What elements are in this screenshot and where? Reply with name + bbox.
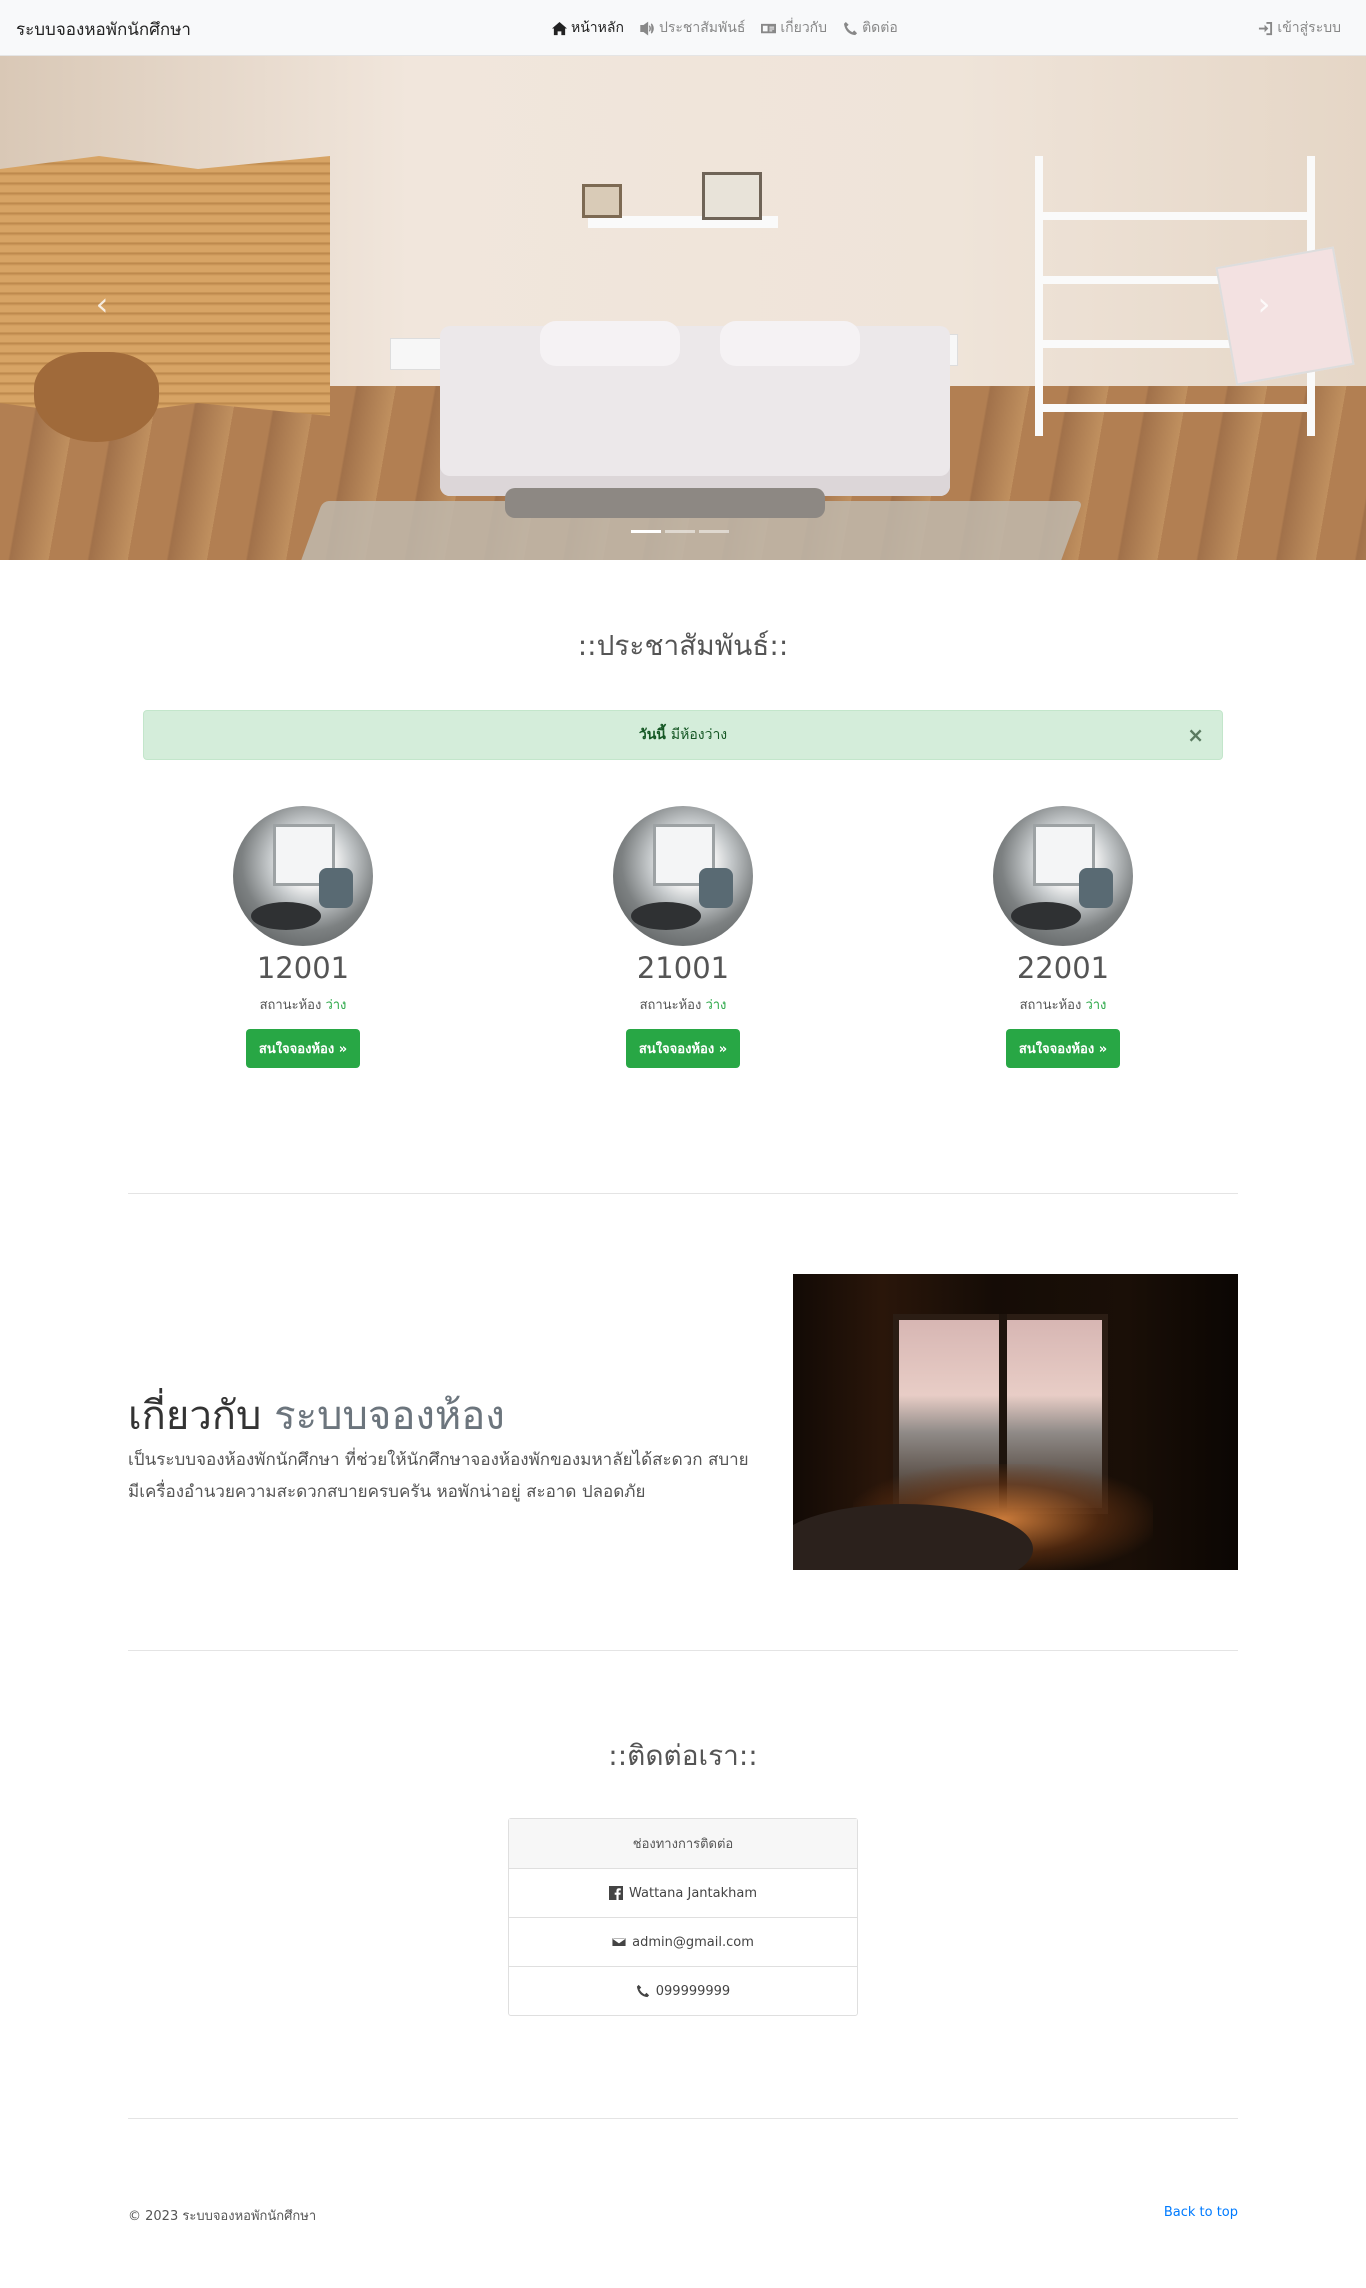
nav-item-label: เกี่ยวกับ <box>780 20 828 36</box>
phone-icon <box>636 1984 649 1998</box>
book-room-button[interactable]: สนใจจองห้อง » <box>245 1029 361 1068</box>
about-title-main: เกี่ยวกับ <box>128 1393 262 1439</box>
contact-email[interactable]: admin@gmail.com <box>509 1917 857 1966</box>
room-image <box>993 806 1133 946</box>
announcement-title: ::ประชาสัมพันธ์:: <box>577 629 789 662</box>
about-text: เป็นระบบจองห้องพักนักศึกษา ที่ช่วยให้นัก… <box>128 1450 749 1502</box>
book-room-button[interactable]: สนใจจองห้อง » <box>1005 1029 1121 1068</box>
availability-alert: วันนี้ มีห้องว่าง × <box>143 710 1223 760</box>
navbar: ระบบจองหอพักนักศึกษา หน้าหลัก ประชาสัมพั… <box>0 0 1366 56</box>
contact-phone-label: 099999999 <box>655 1983 731 1999</box>
room-card: 22001 สถานะห้อง ว่าง สนใจจองห้อง » <box>963 806 1163 1068</box>
login-label: เข้าสู่ระบบ <box>1277 20 1341 36</box>
chevron-right-icon: › <box>1257 285 1271 323</box>
room-status-value: ว่าง <box>1085 998 1107 1013</box>
carousel-indicator[interactable] <box>699 530 729 533</box>
sign-in-icon <box>1259 21 1273 35</box>
room-status: สถานะห้อง ว่าง <box>963 994 1163 1015</box>
carousel-indicator[interactable] <box>631 530 661 533</box>
divider <box>128 2118 1238 2119</box>
divider <box>128 1193 1238 1194</box>
about-image <box>793 1274 1238 1570</box>
contact-header: ช่องทางการติดต่อ <box>509 1819 857 1868</box>
room-image <box>613 806 753 946</box>
login-link[interactable]: เข้าสู่ระบบ <box>1258 17 1341 39</box>
room-number: 21001 <box>636 951 730 985</box>
nav-item-label: หน้าหลัก <box>571 20 624 36</box>
room-number: 22001 <box>1016 951 1110 985</box>
contact-phone[interactable]: 099999999 <box>509 1966 857 2015</box>
carousel-indicator[interactable] <box>665 530 695 533</box>
id-card-icon <box>761 23 777 33</box>
carousel-indicators <box>631 530 729 533</box>
room-status-label: สถานะห้อง <box>639 998 702 1013</box>
nav-item-home[interactable]: หน้าหลัก <box>552 17 624 39</box>
carousel-next-button[interactable]: › <box>1244 284 1284 324</box>
nav-item-announcement[interactable]: ประชาสัมพันธ์ <box>640 17 745 39</box>
brand-link[interactable]: ระบบจองหอพักนักศึกษา <box>16 16 191 43</box>
room-status-value: ว่าง <box>705 998 727 1013</box>
room-image <box>233 806 373 946</box>
contact-facebook-label: Wattana Jantakham <box>629 1885 757 1901</box>
room-card: 21001 สถานะห้อง ว่าง สนใจจองห้อง » <box>583 806 783 1068</box>
about-title: เกี่ยวกับ ระบบจองห้อง <box>128 1383 505 1447</box>
about-title-muted: ระบบจองห้อง <box>274 1393 505 1439</box>
nav-item-label: ประชาสัมพันธ์ <box>658 20 746 36</box>
alert-text: มีห้องว่าง <box>670 727 728 743</box>
contact-facebook[interactable]: Wattana Jantakham <box>509 1868 857 1917</box>
nav-item-about[interactable]: เกี่ยวกับ <box>761 17 827 39</box>
hero-carousel: ‹ › <box>0 56 1366 560</box>
back-to-top-link[interactable]: Back to top <box>1164 2205 1238 2220</box>
carousel-prev-button[interactable]: ‹ <box>82 284 122 324</box>
envelope-icon <box>612 1937 627 1947</box>
room-status: สถานะห้อง ว่าง <box>583 994 783 1015</box>
room-status-label: สถานะห้อง <box>259 998 322 1013</box>
nav-menu: หน้าหลัก ประชาสัมพันธ์ เกี่ยวกับ ติดต่อ <box>552 17 898 39</box>
divider <box>128 1650 1238 1651</box>
room-status: สถานะห้อง ว่าง <box>203 994 403 1015</box>
close-icon[interactable]: × <box>1187 723 1204 747</box>
volume-icon <box>640 21 654 35</box>
room-number: 12001 <box>256 951 350 985</box>
chevron-left-icon: ‹ <box>95 285 109 323</box>
contact-title: ::ติดต่อเรา:: <box>608 1739 758 1772</box>
phone-icon <box>844 21 858 35</box>
book-room-button[interactable]: สนใจจองห้อง » <box>625 1029 741 1068</box>
nav-item-contact[interactable]: ติดต่อ <box>843 17 898 39</box>
room-card: 12001 สถานะห้อง ว่าง สนใจจองห้อง » <box>203 806 403 1068</box>
footer-copyright: © 2023 ระบบจองหอพักนักศึกษา <box>128 2209 317 2224</box>
contact-list: ช่องทางการติดต่อ Wattana Jantakham admin… <box>508 1818 858 2016</box>
contact-header-label: ช่องทางการติดต่อ <box>632 1837 734 1852</box>
alert-bold-text: วันนี้ <box>638 727 666 743</box>
room-status-value: ว่าง <box>325 998 347 1013</box>
room-status-label: สถานะห้อง <box>1019 998 1082 1013</box>
home-icon <box>552 21 567 35</box>
nav-item-label: ติดต่อ <box>862 20 898 36</box>
contact-email-label: admin@gmail.com <box>632 1934 754 1950</box>
facebook-icon <box>609 1886 623 1900</box>
